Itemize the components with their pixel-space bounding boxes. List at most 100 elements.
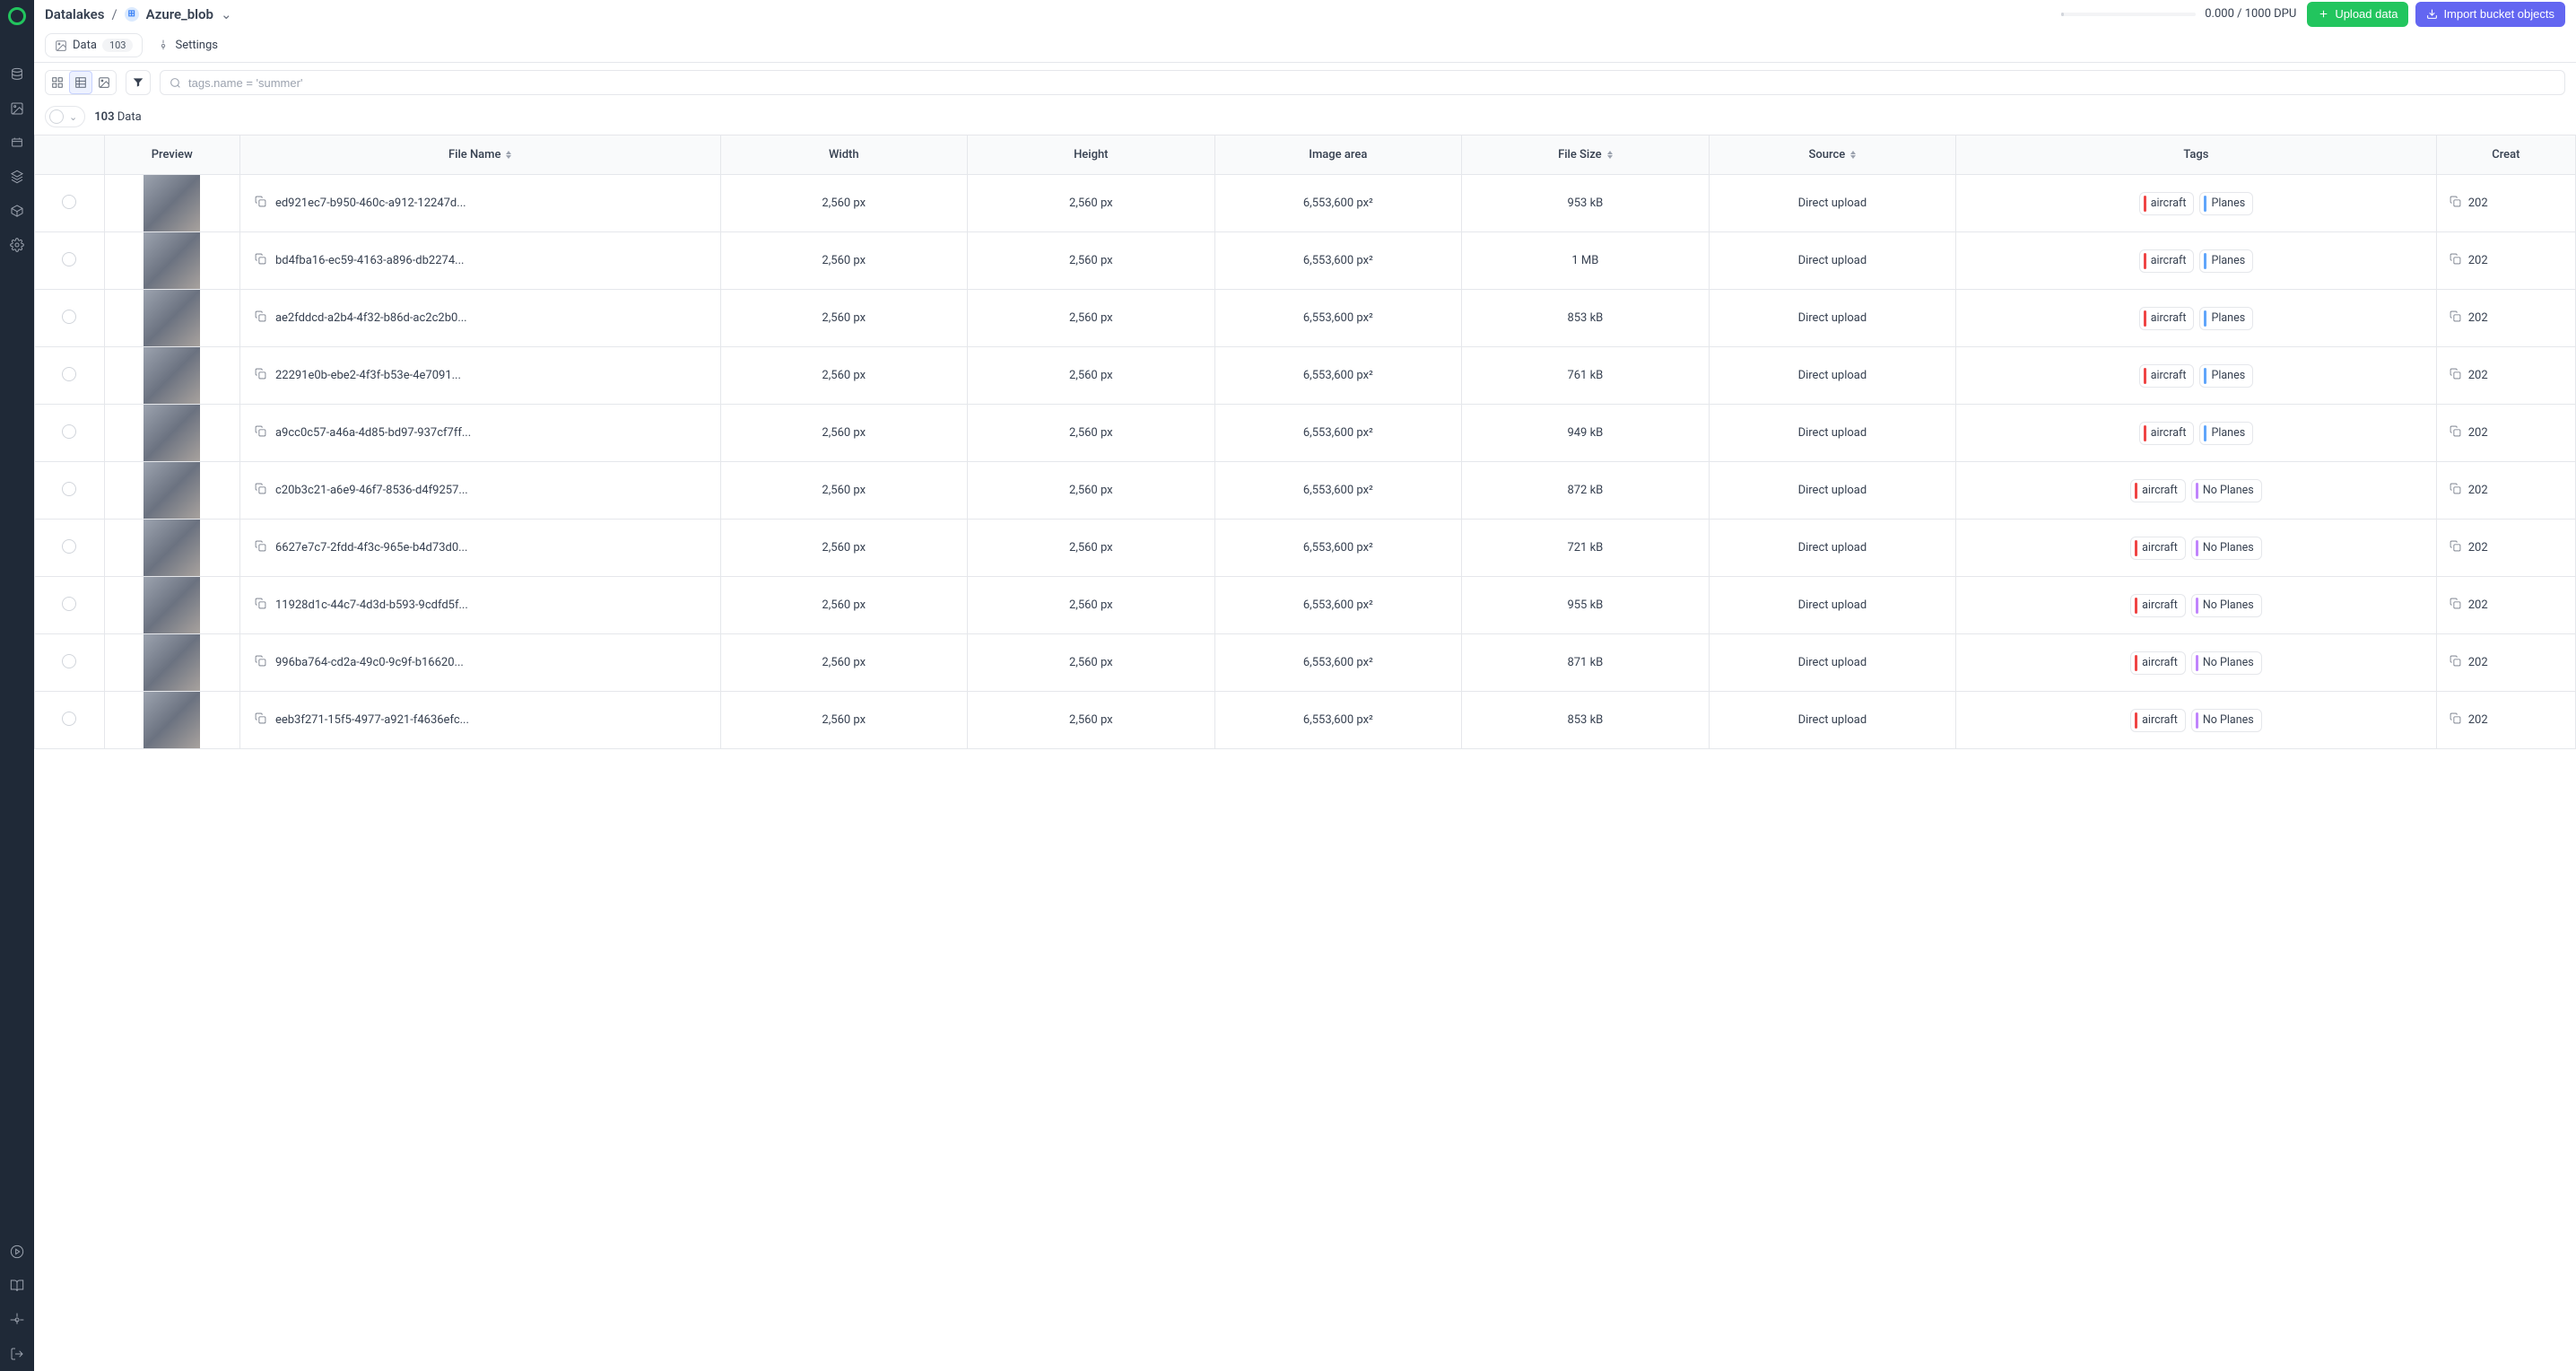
tab-data[interactable]: Data 103 xyxy=(45,33,143,57)
col-header-tags[interactable]: Tags xyxy=(1956,135,2437,175)
box-icon[interactable] xyxy=(9,203,25,219)
tag-chip[interactable]: aircraft xyxy=(2139,364,2195,388)
col-header-preview[interactable]: Preview xyxy=(104,135,239,175)
row-preview-cell[interactable] xyxy=(104,347,239,405)
row-checkbox[interactable] xyxy=(62,424,76,439)
sort-icon[interactable] xyxy=(1607,151,1613,159)
copy-icon[interactable] xyxy=(2450,368,2461,383)
row-checkbox[interactable] xyxy=(62,539,76,554)
row-checkbox[interactable] xyxy=(62,712,76,726)
chevron-down-icon[interactable]: ⌄ xyxy=(221,6,232,22)
copy-icon[interactable] xyxy=(255,598,266,613)
tag-chip[interactable]: Planes xyxy=(2199,364,2253,388)
layers-icon[interactable] xyxy=(9,169,25,185)
tag-chip[interactable]: aircraft xyxy=(2139,422,2195,445)
copy-icon[interactable] xyxy=(255,483,266,498)
copy-icon[interactable] xyxy=(255,253,266,268)
table-row[interactable]: 6627e7c7-2fdd-4f3c-965e-b4d73d0...2,560 … xyxy=(35,520,2576,577)
thumbnail[interactable] xyxy=(144,405,200,461)
thumbnail[interactable] xyxy=(144,692,200,748)
breadcrumb-current[interactable]: Azure_blob xyxy=(146,6,213,22)
book-icon[interactable] xyxy=(9,1278,25,1294)
gear-icon[interactable] xyxy=(9,237,25,253)
row-checkbox[interactable] xyxy=(62,654,76,668)
row-preview-cell[interactable] xyxy=(104,232,239,290)
col-header-source[interactable]: Source xyxy=(1709,135,1956,175)
tag-chip[interactable]: No Planes xyxy=(2191,709,2262,732)
search-input[interactable] xyxy=(188,76,2555,90)
table-row[interactable]: ed921ec7-b950-460c-a912-12247d...2,560 p… xyxy=(35,175,2576,232)
select-all-checkbox[interactable] xyxy=(49,109,64,124)
tag-chip[interactable]: No Planes xyxy=(2191,594,2262,617)
tag-chip[interactable]: aircraft xyxy=(2130,651,2186,675)
copy-icon[interactable] xyxy=(255,540,266,555)
row-preview-cell[interactable] xyxy=(104,577,239,634)
copy-icon[interactable] xyxy=(255,310,266,326)
tag-chip[interactable]: No Planes xyxy=(2191,479,2262,502)
data-table-wrapper[interactable]: Preview File Name Width Height Image are… xyxy=(34,135,2576,1371)
table-row[interactable]: bd4fba16-ec59-4163-a896-db2274...2,560 p… xyxy=(35,232,2576,290)
tag-chip[interactable]: aircraft xyxy=(2130,537,2186,560)
tag-chip[interactable]: aircraft xyxy=(2139,307,2195,330)
thumbnail[interactable] xyxy=(144,462,200,519)
table-row[interactable]: eeb3f271-15f5-4977-a921-f4636efc...2,560… xyxy=(35,692,2576,749)
col-header-area[interactable]: Image area xyxy=(1214,135,1462,175)
thumbnail[interactable] xyxy=(144,634,200,691)
copy-icon[interactable] xyxy=(255,655,266,670)
col-header-height[interactable]: Height xyxy=(968,135,1215,175)
copy-icon[interactable] xyxy=(255,425,266,441)
tag-chip[interactable]: Planes xyxy=(2199,249,2253,273)
thumbnail[interactable] xyxy=(144,347,200,404)
filter-button[interactable] xyxy=(126,70,151,95)
thumbnail[interactable] xyxy=(144,577,200,633)
copy-icon[interactable] xyxy=(2450,655,2461,670)
import-bucket-button[interactable]: Import bucket objects xyxy=(2415,2,2565,27)
copy-icon[interactable] xyxy=(2450,425,2461,441)
tab-settings[interactable]: Settings xyxy=(148,34,226,57)
tag-chip[interactable]: Planes xyxy=(2199,422,2253,445)
row-checkbox[interactable] xyxy=(62,252,76,266)
copy-icon[interactable] xyxy=(2450,483,2461,498)
view-grid-button[interactable] xyxy=(46,71,69,94)
sort-icon[interactable] xyxy=(506,151,511,159)
database-icon[interactable] xyxy=(9,66,25,83)
select-all-control[interactable]: ⌄ xyxy=(45,106,85,127)
sort-icon[interactable] xyxy=(1850,151,1856,159)
view-image-button[interactable] xyxy=(92,71,116,94)
copy-icon[interactable] xyxy=(255,196,266,211)
tag-chip[interactable]: No Planes xyxy=(2191,651,2262,675)
play-icon[interactable] xyxy=(9,1244,25,1260)
tag-chip[interactable]: No Planes xyxy=(2191,537,2262,560)
thumbnail[interactable] xyxy=(144,520,200,576)
row-checkbox[interactable] xyxy=(62,367,76,381)
table-row[interactable]: 996ba764-cd2a-49c0-9c9f-b16620...2,560 p… xyxy=(35,634,2576,692)
tag-chip[interactable]: Planes xyxy=(2199,192,2253,215)
tag-chip[interactable]: aircraft xyxy=(2130,709,2186,732)
copy-icon[interactable] xyxy=(2450,598,2461,613)
view-table-button[interactable] xyxy=(69,71,92,94)
row-checkbox[interactable] xyxy=(62,482,76,496)
cart-icon[interactable] xyxy=(9,135,25,151)
tag-chip[interactable]: aircraft xyxy=(2139,249,2195,273)
col-header-width[interactable]: Width xyxy=(720,135,968,175)
row-preview-cell[interactable] xyxy=(104,462,239,520)
table-row[interactable]: 11928d1c-44c7-4d3d-b593-9cdfd5f...2,560 … xyxy=(35,577,2576,634)
copy-icon[interactable] xyxy=(255,368,266,383)
thumbnail[interactable] xyxy=(144,232,200,289)
copy-icon[interactable] xyxy=(2450,196,2461,211)
copy-icon[interactable] xyxy=(255,712,266,728)
copy-icon[interactable] xyxy=(2450,310,2461,326)
tag-chip[interactable]: aircraft xyxy=(2139,192,2195,215)
tag-chip[interactable]: Planes xyxy=(2199,307,2253,330)
upload-data-button[interactable]: Upload data xyxy=(2307,2,2408,27)
row-preview-cell[interactable] xyxy=(104,520,239,577)
logout-icon[interactable] xyxy=(9,1346,25,1362)
tag-chip[interactable]: aircraft xyxy=(2130,594,2186,617)
app-logo[interactable] xyxy=(8,7,26,25)
table-row[interactable]: c20b3c21-a6e9-46f7-8536-d4f9257...2,560 … xyxy=(35,462,2576,520)
image-icon[interactable] xyxy=(9,100,25,117)
row-preview-cell[interactable] xyxy=(104,634,239,692)
copy-icon[interactable] xyxy=(2450,540,2461,555)
col-header-filename[interactable]: File Name xyxy=(239,135,720,175)
tag-chip[interactable]: aircraft xyxy=(2130,479,2186,502)
